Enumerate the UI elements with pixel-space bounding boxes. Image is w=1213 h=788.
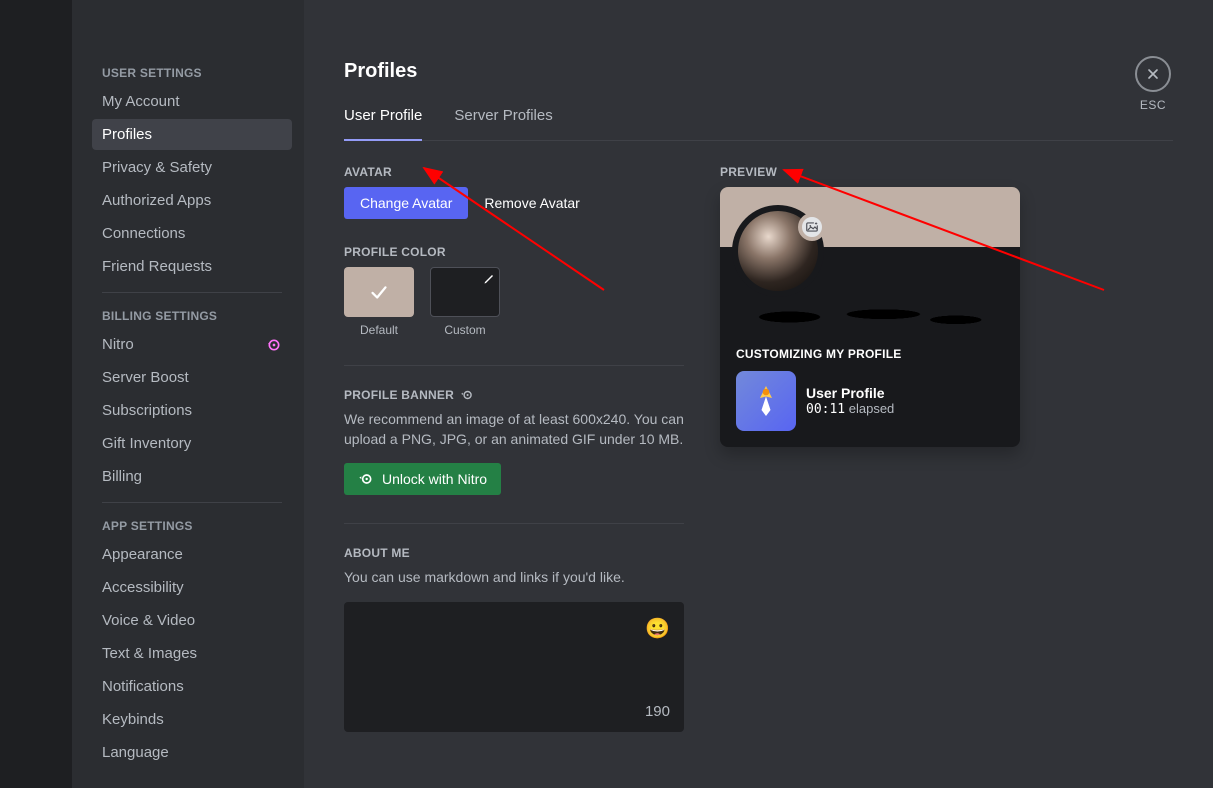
about-me-description: You can use markdown and links if you'd … (344, 568, 684, 588)
tab-server-profiles[interactable]: Server Profiles (454, 107, 552, 140)
sidebar-item-nitro[interactable]: Nitro (92, 329, 292, 360)
about-me-label: ABOUT ME (344, 546, 684, 560)
sidebar-item-gift-inventory[interactable]: Gift Inventory (92, 428, 292, 459)
sidebar-item-text-images[interactable]: Text & Images (92, 638, 292, 669)
customizing-label: CUSTOMIZING MY PROFILE (736, 347, 1004, 361)
character-count: 190 (645, 703, 670, 720)
sidebar-item-appearance[interactable]: Appearance (92, 539, 292, 570)
about-me-textarea[interactable]: 😀 190 (344, 602, 684, 732)
divider (344, 523, 684, 524)
sidebar-header-billing: BILLING SETTINGS (92, 303, 292, 329)
profile-color-default[interactable] (344, 267, 414, 317)
activity-elapsed: 00:11 elapsed (806, 401, 894, 417)
sidebar-item-voice-video[interactable]: Voice & Video (92, 605, 292, 636)
remove-avatar-button[interactable]: Remove Avatar (484, 195, 579, 211)
activity-title: User Profile (806, 385, 885, 401)
profile-preview-card: CUSTOMIZING MY PROFILE User Profile 00:1… (720, 187, 1020, 447)
emoji-picker-icon[interactable]: 😀 (645, 616, 670, 641)
profile-color-custom[interactable] (430, 267, 500, 317)
unlock-nitro-button[interactable]: Unlock with Nitro (344, 463, 501, 495)
redacted-username (736, 303, 1004, 331)
sidebar-item-subscriptions[interactable]: Subscriptions (92, 395, 292, 426)
settings-sidebar: USER SETTINGS My Account Profiles Privac… (72, 0, 304, 788)
profile-color-label: PROFILE COLOR (344, 245, 684, 259)
color-custom-label: Custom (444, 323, 485, 337)
avatar-section-label: AVATAR (344, 165, 684, 179)
change-avatar-button[interactable]: Change Avatar (344, 187, 468, 219)
nitro-badge-icon (266, 337, 282, 353)
nitro-icon (460, 388, 474, 402)
divider (102, 502, 282, 503)
sidebar-item-profiles[interactable]: Profiles (92, 119, 292, 150)
banner-description: We recommend an image of at least 600x24… (344, 410, 684, 449)
content-area: Profiles User Profile Server Profiles AV… (304, 0, 1213, 788)
tab-user-profile[interactable]: User Profile (344, 107, 422, 140)
sidebar-item-privacy[interactable]: Privacy & Safety (92, 152, 292, 183)
image-upload-icon (805, 220, 819, 234)
divider (102, 292, 282, 293)
sidebar-item-notifications[interactable]: Notifications (92, 671, 292, 702)
divider (344, 365, 684, 366)
preview-label: PREVIEW (720, 165, 1020, 179)
sidebar-item-billing[interactable]: Billing (92, 461, 292, 492)
pencil-icon (483, 272, 495, 290)
sidebar-item-friend-requests[interactable]: Friend Requests (92, 251, 292, 282)
profile-banner-label: PROFILE BANNER (344, 388, 684, 402)
esc-label: ESC (1140, 98, 1166, 112)
activity-icon (736, 371, 796, 431)
sidebar-item-my-account[interactable]: My Account (92, 86, 292, 117)
sidebar-header-app: APP SETTINGS (92, 513, 292, 539)
sidebar-item-keybinds[interactable]: Keybinds (92, 704, 292, 735)
checkmark-icon (368, 281, 390, 303)
sidebar-item-language[interactable]: Language (92, 737, 292, 768)
sidebar-item-server-boost[interactable]: Server Boost (92, 362, 292, 393)
upload-banner-button[interactable] (798, 213, 826, 241)
close-button[interactable] (1135, 56, 1171, 92)
sidebar-item-connections[interactable]: Connections (92, 218, 292, 249)
nitro-icon (358, 471, 374, 487)
left-gutter (0, 0, 72, 788)
profile-tabs: User Profile Server Profiles (344, 107, 1173, 141)
sidebar-item-authorized-apps[interactable]: Authorized Apps (92, 185, 292, 216)
color-default-label: Default (360, 323, 398, 337)
page-title: Profiles (344, 60, 1173, 83)
sidebar-item-accessibility[interactable]: Accessibility (92, 572, 292, 603)
close-icon (1145, 66, 1161, 82)
sidebar-header-user: USER SETTINGS (92, 60, 292, 86)
